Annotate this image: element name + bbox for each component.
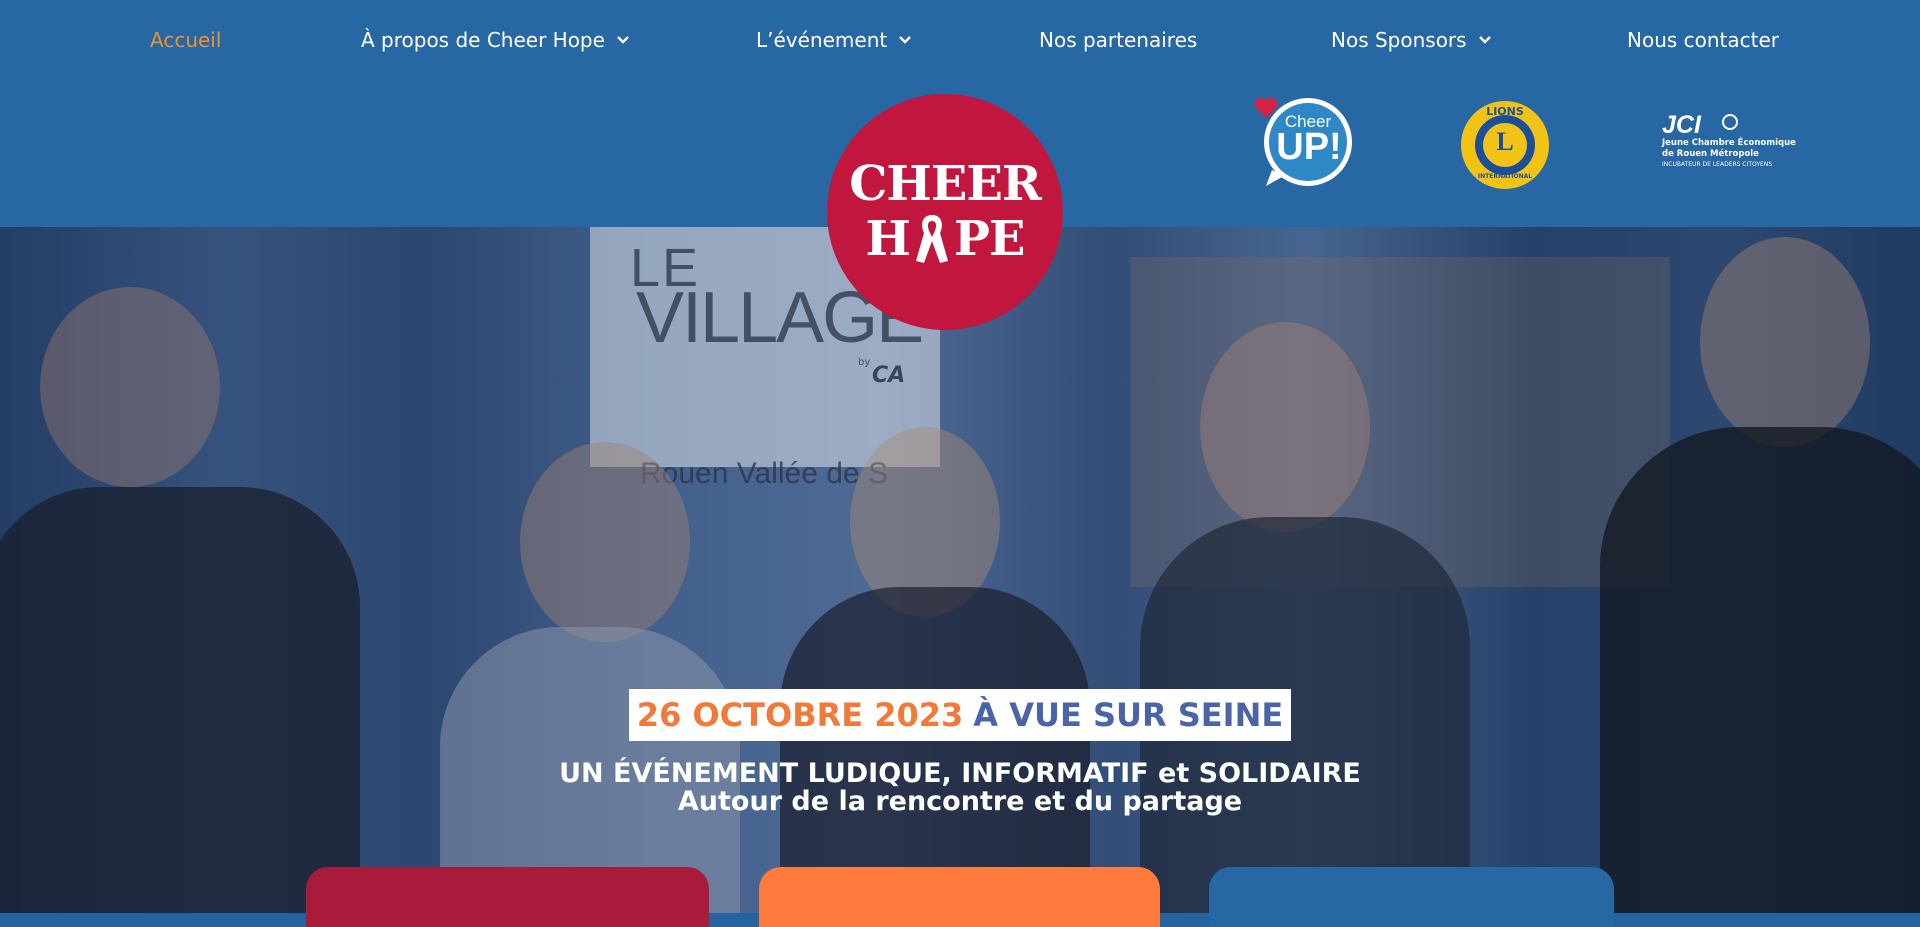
photo-person-body: [0, 487, 360, 913]
lions-logo[interactable]: LIONS L INTERNATIONAL: [1455, 97, 1555, 193]
jci-line1: Jeune Chambre Économique: [1662, 138, 1796, 148]
lions-bottom-text: INTERNATIONAL: [1477, 173, 1533, 180]
jci-line3: INCUBATEUR DE LEADERS CITOYENS: [1662, 161, 1773, 168]
nav-item-label: Nos partenaires: [1039, 28, 1198, 52]
photo-person-body: [780, 587, 1090, 913]
chevron-down-icon: [615, 32, 631, 48]
feature-card-1[interactable]: [306, 867, 709, 927]
feature-card-3[interactable]: [1209, 867, 1614, 927]
nav-item-evenement[interactable]: L’événement: [756, 28, 913, 52]
nav-item-sponsors[interactable]: Nos Sponsors: [1331, 28, 1493, 52]
nav-item-label: À propos de Cheer Hope: [361, 28, 605, 52]
logo-text-pe: PE: [953, 211, 1026, 267]
nav-item-accueil[interactable]: Accueil: [150, 28, 221, 52]
nav-item-partenaires[interactable]: Nos partenaires: [1039, 28, 1197, 52]
photo-sign-location: Rouen Vallée de S: [640, 457, 888, 490]
chevron-down-icon: [1477, 32, 1493, 48]
logo-text-cheer: CHEER: [849, 156, 1042, 212]
nav-item-label: Nos Sponsors: [1331, 28, 1467, 52]
main-navigation: Accueil À propos de Cheer Hope L’événeme…: [0, 0, 1920, 84]
photo-person-head: [1200, 322, 1370, 532]
cheerup-logo[interactable]: Cheer UP!: [1252, 96, 1356, 190]
photo-person-body: [1600, 427, 1920, 913]
hero-subtagline: Autour de la rencontre et du partage: [677, 786, 1243, 817]
cheer-hope-logo[interactable]: CHEER H PE: [827, 94, 1063, 330]
nav-item-a-propos[interactable]: À propos de Cheer Hope: [361, 28, 631, 52]
chevron-down-icon: [897, 32, 913, 48]
event-date: 26 OCTOBRE 2023: [636, 696, 964, 734]
shield-icon: [1722, 114, 1738, 130]
jci-line2: de Rouen Métropole: [1662, 149, 1759, 159]
lions-letter: L: [1496, 127, 1514, 156]
logo-text-h: H: [865, 211, 910, 267]
photo-person-head: [1700, 237, 1870, 447]
event-date-banner: 26 OCTOBRE 2023 À VUE SUR SEINE: [629, 689, 1291, 741]
hero-tagline: UN ÉVÉNEMENT LUDIQUE, INFORMATIF et SOLI…: [559, 758, 1361, 789]
photo-person-head: [520, 442, 690, 642]
nav-item-label: L’événement: [756, 28, 888, 52]
awareness-ribbon-icon: [912, 211, 952, 267]
feature-card-2[interactable]: [759, 867, 1160, 927]
nav-item-label: Accueil: [150, 28, 222, 52]
event-place: À VUE SUR SEINE: [973, 696, 1284, 734]
jci-logo[interactable]: JCI Jeune Chambre Économique de Rouen Mé…: [1662, 112, 1796, 182]
photo-sign-ca: CA: [872, 363, 906, 388]
photo-sign-by: by: [858, 357, 871, 368]
nav-item-label: Nous contacter: [1627, 28, 1780, 52]
photo-person-head: [40, 287, 220, 487]
cheerup-big-text: UP!: [1276, 126, 1342, 168]
logo-text-hope: H PE: [865, 211, 1026, 267]
lions-top-text: LIONS: [1486, 105, 1524, 118]
nav-item-contact[interactable]: Nous contacter: [1627, 28, 1779, 52]
